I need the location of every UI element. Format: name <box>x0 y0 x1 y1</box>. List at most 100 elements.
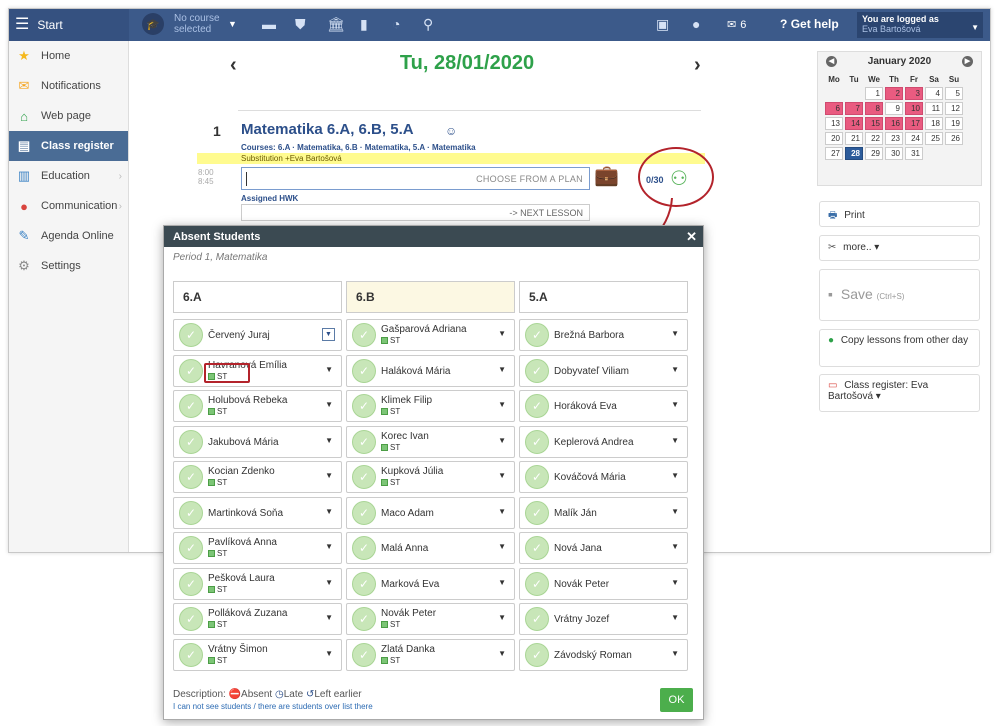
student-row[interactable]: ✓ Holubová Rebeka ST ▼ <box>173 390 342 422</box>
clock-icon[interactable]: ◔ <box>392 16 400 32</box>
student-row[interactable]: ✓ Malá Anna ▼ <box>346 532 515 564</box>
print-button[interactable]: 🖶 Print <box>819 201 980 227</box>
student-row[interactable]: ✓ Novák Peter ▼ <box>519 567 688 600</box>
student-row[interactable]: ✓ Korec Ivan ST ▼ <box>346 425 515 458</box>
sidebar-item-home[interactable]: ★ Home <box>9 41 128 71</box>
present-check-icon[interactable]: ✓ <box>179 571 203 596</box>
sidebar-item-agenda-online[interactable]: ✎ Agenda Online <box>9 221 128 251</box>
present-check-icon[interactable]: ✓ <box>525 571 549 596</box>
homework-input[interactable]: -> NEXT LESSON <box>241 204 590 221</box>
chevron-down-icon[interactable]: ▼ <box>325 578 333 587</box>
briefcase-icon[interactable]: ▬ <box>262 16 276 32</box>
chevron-down-icon[interactable]: ▼ <box>671 400 679 409</box>
more-button[interactable]: ✂ more.. ▾ <box>819 235 980 261</box>
calendar-day[interactable]: 13 <box>825 117 843 130</box>
present-check-icon[interactable]: ✓ <box>352 358 376 383</box>
present-check-icon[interactable]: ✓ <box>525 323 549 347</box>
chevron-down-icon[interactable]: ▼ <box>325 400 333 409</box>
present-check-icon[interactable]: ✓ <box>352 500 376 525</box>
sidebar-item-class-register[interactable]: ▤ Class register <box>9 131 128 161</box>
student-row[interactable]: ✓ Havranová Emília ST ▼ <box>173 354 342 387</box>
sidebar-item-notifications[interactable]: ✉ Notifications <box>9 71 128 101</box>
student-row[interactable]: ✓ Malík Ján ▼ <box>519 496 688 529</box>
calendar-day[interactable]: 6 <box>825 102 843 115</box>
choose-from-plan-button[interactable]: CHOOSE FROM A PLAN <box>476 174 583 184</box>
student-row[interactable]: ✓ Brežná Barbora ▼ <box>519 319 688 351</box>
present-check-icon[interactable]: ✓ <box>179 465 203 489</box>
calendar-day[interactable]: 8 <box>865 102 883 115</box>
present-check-icon[interactable]: ✓ <box>352 571 376 596</box>
chevron-down-icon[interactable]: ▼ <box>671 436 679 445</box>
student-row[interactable]: ✓ Dobyvateľ Viliam ▼ <box>519 354 688 387</box>
calendar-day[interactable]: 30 <box>885 147 903 160</box>
messages-button[interactable]: ✉ 6 <box>727 18 746 32</box>
chevron-down-icon[interactable]: ▼ <box>498 542 506 551</box>
sidebar-item-communication[interactable]: ● Communication › <box>9 191 128 221</box>
calendar-day[interactable]: 28 <box>845 147 863 160</box>
student-row[interactable]: ✓ Pešková Laura ST ▼ <box>173 567 342 600</box>
present-check-icon[interactable]: ✓ <box>352 642 376 667</box>
present-check-icon[interactable]: ✓ <box>525 394 549 418</box>
student-row[interactable]: ✓ Polláková Zuzana ST ▼ <box>173 603 342 635</box>
present-check-icon[interactable]: ✓ <box>525 607 549 631</box>
lesson-topic-input[interactable]: CHOOSE FROM A PLAN <box>241 167 590 190</box>
chevron-down-icon[interactable]: ▼ <box>498 471 506 480</box>
student-row[interactable]: ✓ Novák Peter ST ▼ <box>346 603 515 635</box>
student-row[interactable]: ✓ Pavlíková Anna ST ▼ <box>173 532 342 564</box>
chevron-down-icon[interactable]: ▼ <box>498 578 506 587</box>
present-check-icon[interactable]: ✓ <box>525 500 549 525</box>
calendar-day[interactable]: 17 <box>905 117 923 130</box>
calendar-day[interactable]: 21 <box>845 132 863 145</box>
present-check-icon[interactable]: ✓ <box>179 358 203 383</box>
calendar-day[interactable]: 9 <box>885 102 903 115</box>
present-check-icon[interactable]: ✓ <box>525 536 549 560</box>
student-row[interactable]: ✓ Marková Eva ▼ <box>346 567 515 600</box>
student-row[interactable]: ✓ Horáková Eva ▼ <box>519 390 688 422</box>
calendar-day[interactable]: 11 <box>925 102 943 115</box>
chevron-down-icon[interactable]: ▼ <box>671 507 679 516</box>
calendar-day[interactable]: 18 <box>925 117 943 130</box>
bar-chart-icon[interactable]: ▮ <box>360 16 368 33</box>
chevron-down-icon[interactable]: ▼ <box>671 649 679 658</box>
chevron-down-icon[interactable]: ▼ <box>498 365 506 374</box>
present-check-icon[interactable]: ✓ <box>525 465 549 489</box>
chevron-down-icon[interactable]: ▼ <box>325 507 333 516</box>
chevron-down-icon[interactable]: ▼ <box>325 436 333 445</box>
building-icon[interactable]: 🏛 <box>327 16 345 33</box>
calendar-day[interactable]: 31 <box>905 147 923 160</box>
calendar-day[interactable]: 14 <box>845 117 863 130</box>
chevron-right-icon[interactable]: ▶ <box>962 56 973 67</box>
calendar-day[interactable]: 4 <box>925 87 943 100</box>
calendar-day[interactable]: 23 <box>885 132 903 145</box>
teacher-icon[interactable]: ☺ <box>445 124 457 138</box>
present-check-icon[interactable]: ✓ <box>179 500 203 525</box>
get-help-button[interactable]: ? Get help <box>780 17 839 31</box>
calendar-day[interactable]: 5 <box>945 87 963 100</box>
ok-button[interactable]: OK <box>660 688 693 712</box>
presentation-icon[interactable]: ▣ <box>656 16 669 33</box>
present-check-icon[interactable]: ✓ <box>352 607 376 631</box>
course-selector[interactable]: 🎓 No course selected ▼ <box>142 13 237 35</box>
briefcase-icon[interactable]: 💼 <box>594 166 622 188</box>
chevron-down-icon[interactable]: ▼ <box>498 649 506 658</box>
calendar-day[interactable]: 15 <box>865 117 883 130</box>
present-check-icon[interactable]: ✓ <box>179 642 203 667</box>
chat-bubble-icon[interactable]: ● <box>692 16 700 32</box>
student-row[interactable]: ✓ Keplerová Andrea ▼ <box>519 425 688 458</box>
chevron-down-icon[interactable]: ▼ <box>671 471 679 480</box>
calendar-day[interactable]: 22 <box>865 132 883 145</box>
chevron-down-icon[interactable]: ▼ <box>671 578 679 587</box>
student-row[interactable]: ✓ Vrátny Šimon ST ▼ <box>173 638 342 671</box>
calendar-day[interactable]: 20 <box>825 132 843 145</box>
calendar-day[interactable]: 19 <box>945 117 963 130</box>
class-register-menu[interactable]: ▭ Class register: Eva Bartošová ▾ <box>819 374 980 412</box>
present-check-icon[interactable]: ✓ <box>525 429 549 454</box>
chevron-down-icon[interactable]: ▼ <box>325 471 333 480</box>
present-check-icon[interactable]: ✓ <box>352 465 376 489</box>
chevron-down-icon[interactable]: ▼ <box>498 329 506 338</box>
copy-lessons-button[interactable]: ● Copy lessons from other day <box>819 329 980 367</box>
sidebar-item-web-page[interactable]: ⌂ Web page <box>9 101 128 131</box>
chevron-down-icon[interactable]: ▼ <box>671 613 679 622</box>
sidebar-item-settings[interactable]: ⚙ Settings <box>9 251 128 281</box>
chevron-left-icon[interactable]: ◀ <box>826 56 837 67</box>
